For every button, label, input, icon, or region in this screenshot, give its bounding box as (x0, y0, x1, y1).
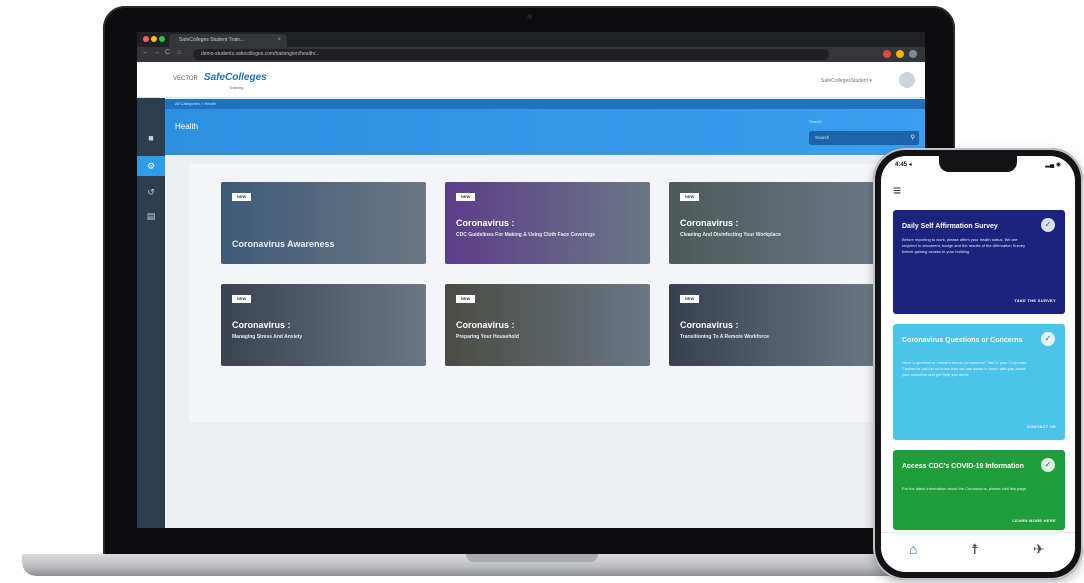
user-menu[interactable]: SafeCollegesStudent ▾ (821, 78, 872, 84)
sidebar-training-icon[interactable]: ⚙ (137, 156, 165, 176)
course-title: Cleaning And Disinfecting Your Workplace (680, 232, 781, 238)
browser-tab[interactable]: SafeColleges Student Train... × (169, 34, 287, 47)
url-input[interactable]: demo-students.safecolleges.com/training/… (193, 49, 829, 60)
status-icons: ▂▄ ◉ (1045, 162, 1061, 168)
questions-card-title: Coronavirus Questions or Concerns (902, 337, 1023, 344)
phone-screen: 4:45 ◂ ▂▄ ◉ ≡ Daily Self Affirmation Sur… (881, 156, 1075, 572)
survey-card-body: Before reporting to work, please affirm … (902, 237, 1026, 254)
extension-icons (883, 50, 917, 58)
laptop-camera (527, 14, 532, 19)
course-card[interactable]: NEW Coronavirus Awareness (221, 182, 426, 264)
sidebar-documents-icon[interactable]: ▤ (137, 206, 165, 226)
check-icon: ✓ (1041, 458, 1055, 472)
window-minimize-dot[interactable] (151, 36, 157, 42)
window-close-dot[interactable] (143, 36, 149, 42)
browser-toolbar: ← → C ⌂ demo-students.safecolleges.com/t… (137, 47, 925, 62)
status-time: 4:45 ◂ (895, 162, 912, 168)
avatar[interactable] (899, 72, 915, 88)
search-label: Search (809, 119, 822, 124)
course-kicker: Coronavirus : (232, 320, 291, 330)
tab-close-icon[interactable]: × (277, 34, 281, 47)
course-kicker: Coronavirus : (680, 218, 739, 228)
course-kicker: Coronavirus : (456, 218, 515, 228)
menu-icon[interactable]: ≡ (893, 182, 901, 198)
course-card[interactable]: NEW Coronavirus : Preparing Your Househo… (445, 284, 650, 366)
tab-activity-icon[interactable]: ☨ (971, 541, 979, 558)
check-icon: ✓ (1041, 332, 1055, 346)
back-icon[interactable]: ← (142, 49, 149, 56)
laptop-notch (466, 554, 598, 562)
sidebar-history-icon[interactable]: ↺ (137, 182, 165, 202)
course-title: Transitioning To A Remote Workforce (680, 334, 769, 340)
course-card[interactable]: NEW Coronavirus : Managing Stress And An… (221, 284, 426, 366)
new-badge: NEW (456, 193, 476, 201)
extension-icon[interactable] (883, 50, 891, 58)
new-badge: NEW (232, 295, 252, 303)
home-icon[interactable]: ⌂ (177, 49, 181, 56)
check-icon: ✓ (1041, 218, 1055, 232)
new-badge: NEW (456, 295, 476, 303)
profile-icon[interactable] (909, 50, 917, 58)
course-kicker: Coronavirus : (456, 320, 515, 330)
learn-more-button[interactable]: LEARN MORE HERE (1012, 518, 1056, 523)
course-card[interactable]: NEW Coronavirus : Transitioning To A Rem… (669, 284, 874, 366)
forward-icon[interactable]: → (153, 49, 160, 56)
questions-card[interactable]: Coronavirus Questions or Concerns Have a… (893, 324, 1065, 440)
cdc-card-title: Access CDC's COVID-19 Information (902, 463, 1024, 470)
page-title: Health (175, 122, 199, 131)
brand-subtitle: Training (229, 85, 244, 90)
course-title: CDC Guidelines For Making & Using Cloth … (456, 232, 595, 238)
sidebar-home-icon[interactable]: ■ (137, 128, 165, 148)
course-card[interactable]: NEW Coronavirus : CDC Guidelines For Mak… (445, 182, 650, 264)
laptop-screen: SafeColleges Student Train... × ← → C ⌂ … (137, 32, 925, 528)
search-icon[interactable]: ⚲ (911, 131, 915, 145)
survey-card-title: Daily Self Affirmation Survey (902, 223, 998, 230)
cdc-card-body: For the latest information about the Cor… (902, 486, 1028, 491)
window-maximize-dot[interactable] (159, 36, 165, 42)
new-badge: NEW (680, 193, 700, 201)
course-kicker: Coronavirus : (680, 320, 739, 330)
survey-card[interactable]: Daily Self Affirmation Survey Before rep… (893, 210, 1065, 314)
app-sidebar: ✽ ■ ⚙ ↺ ▤ (137, 62, 165, 528)
breadcrumb[interactable]: All Categories > Health (165, 99, 925, 109)
phone-notch (939, 156, 1017, 172)
search-placeholder: Search (815, 135, 830, 140)
questions-card-body: Have a question or concern about coronav… (902, 360, 1027, 377)
header-logo[interactable]: VECTOR SafeColleges (173, 72, 267, 83)
tab-home-icon[interactable]: ⌂ (909, 541, 917, 557)
cdc-card[interactable]: Access CDC's COVID-19 Information For th… (893, 450, 1065, 530)
new-badge: NEW (680, 295, 700, 303)
phone: 4:45 ◂ ▂▄ ◉ ≡ Daily Self Affirmation Sur… (873, 148, 1083, 580)
search-input[interactable]: Search ⚲ (809, 131, 919, 145)
page-hero: Health Search Search ⚲ (165, 109, 925, 155)
course-title: Managing Stress And Anxiety (232, 334, 303, 340)
browser-tab-bar: SafeColleges Student Train... × (137, 32, 925, 47)
vendor-name: VECTOR (173, 76, 198, 82)
brand-name: SafeColleges (203, 72, 267, 83)
course-title: Preparing Your Household (456, 334, 519, 340)
extension-icon[interactable] (896, 50, 904, 58)
contact-us-button[interactable]: CONTACT US (1027, 424, 1056, 429)
tab-exercise-icon[interactable]: ✈ (1033, 541, 1045, 558)
reload-icon[interactable]: C (165, 49, 170, 56)
take-survey-button[interactable]: TAKE THE SURVEY (1014, 298, 1056, 303)
browser-tab-title: SafeColleges Student Train... (179, 37, 245, 43)
course-title: Coronavirus Awareness (232, 239, 335, 249)
course-card[interactable]: NEW Coronavirus : Cleaning And Disinfect… (669, 182, 874, 264)
phone-tab-bar: ⌂ ☨ ✈ (881, 532, 1075, 572)
laptop: SafeColleges Student Train... × ← → C ⌂ … (103, 6, 955, 558)
new-badge: NEW (232, 193, 252, 201)
